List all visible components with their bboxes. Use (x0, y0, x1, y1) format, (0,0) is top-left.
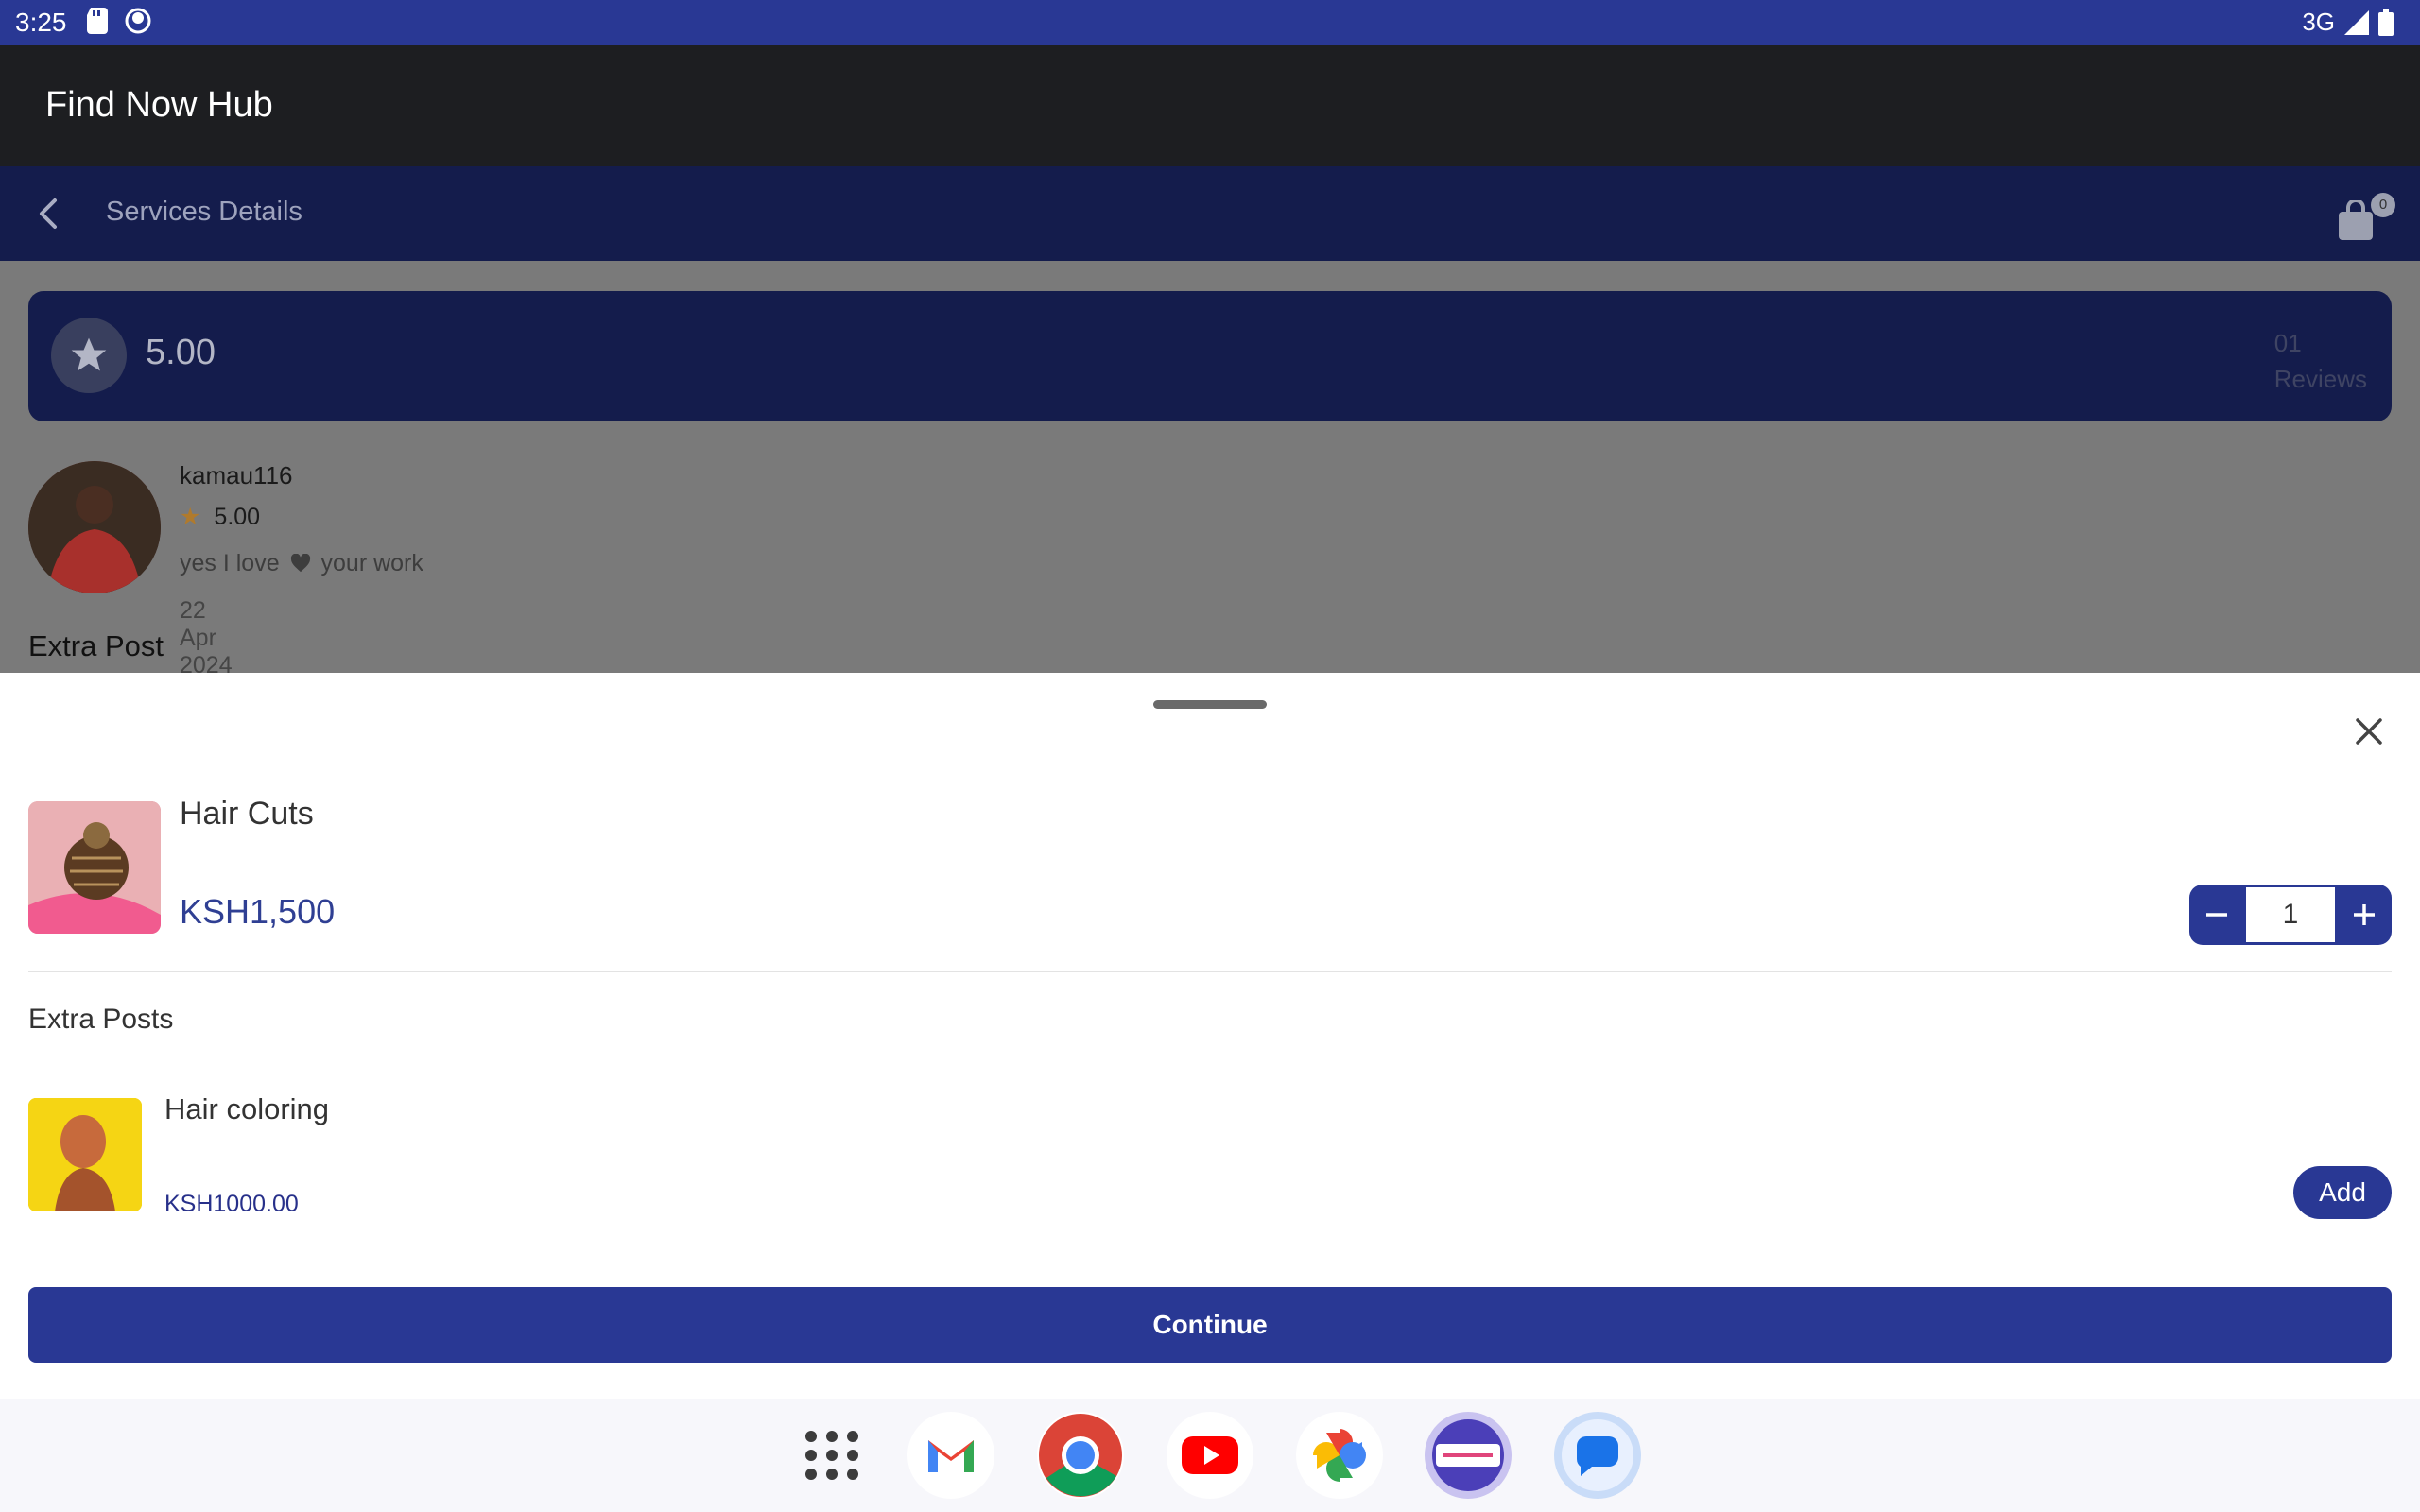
close-icon[interactable] (2350, 713, 2388, 750)
reviewer-avatar (28, 461, 161, 593)
gmail-icon[interactable] (908, 1412, 994, 1499)
service-details-content: 5.00 01 Reviews kamau116 ★ 5.00 yes I lov… (0, 261, 2420, 673)
back-arrow-icon[interactable] (26, 191, 72, 236)
page-title: Services Details (106, 197, 302, 227)
review-count: 01 Reviews (2274, 325, 2367, 397)
quantity-stepper: 1 (2189, 885, 2392, 945)
sheet-drag-handle[interactable] (1153, 700, 1267, 709)
rating-star-icon: ★ (180, 504, 201, 530)
youtube-icon[interactable] (1167, 1412, 1253, 1499)
hair-cut-photo (28, 801, 161, 934)
status-right: 3G (2302, 8, 2394, 37)
battery-icon (2378, 9, 2394, 36)
review-text-start: yes I love (180, 550, 280, 576)
service-price: KSH1,500 (180, 892, 336, 931)
minus-icon (2206, 913, 2227, 917)
sub-header: Services Details 0 (0, 166, 2420, 261)
findnow-app-icon[interactable] (1425, 1412, 1512, 1499)
add-extra-button[interactable]: Add (2293, 1166, 2392, 1219)
hair-coloring-photo (28, 1098, 142, 1211)
extra-post-heading: Extra Post (28, 629, 164, 662)
extra-posts-heading: Extra Posts (28, 1004, 174, 1035)
heart-icon (290, 553, 310, 573)
quantity-value[interactable]: 1 (2246, 887, 2335, 942)
review-text: yes I love your work (180, 550, 424, 577)
reviewer-rating-value: 5.00 (214, 504, 261, 530)
apps-icon[interactable] (788, 1412, 875, 1499)
status-left-icons (87, 8, 151, 34)
status-time: 3:25 (15, 8, 67, 37)
decrease-quantity-button[interactable] (2189, 885, 2244, 945)
overall-rating: 5.00 (146, 333, 216, 372)
photos-icon[interactable] (1296, 1412, 1383, 1499)
cart-count-badge: 0 (2371, 193, 2395, 217)
review-count-label: Reviews (2273, 365, 2367, 393)
status-bar: 3:25 3G (0, 0, 2420, 45)
add-to-cart-sheet: Hair Cuts KSH1,500 1 Extra Posts Hair co… (0, 673, 2420, 1399)
network-type: 3G (2302, 8, 2335, 36)
app-title: Find Now Hub (45, 85, 273, 125)
cart-button[interactable]: 0 (2337, 193, 2395, 242)
extra-post-price: KSH1000.00 (164, 1191, 299, 1217)
service-name: Hair Cuts (180, 796, 314, 832)
signal-icon (2344, 9, 2369, 35)
increase-quantity-button[interactable] (2337, 885, 2392, 945)
rating-summary-card: 5.00 01 Reviews (28, 291, 2392, 421)
shopping-bag-icon (2339, 200, 2373, 240)
review-date: 22 Apr 2024 (180, 597, 233, 673)
review-text-end: your work (320, 550, 424, 576)
rating-star-badge (51, 318, 127, 393)
section-divider (28, 971, 2392, 972)
chrome-icon[interactable] (1037, 1412, 1124, 1499)
plus-icon (2354, 904, 2375, 925)
messages-icon[interactable] (1554, 1412, 1641, 1499)
app-dock (0, 1399, 2420, 1512)
service-image (28, 801, 161, 934)
notification-face-icon (125, 8, 151, 34)
reviewer-rating: ★ 5.00 (180, 503, 260, 531)
avatar-photo (28, 461, 161, 593)
review-count-number: 01 (2273, 329, 2302, 357)
extra-post-name: Hair coloring (164, 1092, 330, 1125)
extra-post-image (28, 1098, 142, 1211)
app-bar: Find Now Hub (0, 45, 2420, 166)
star-icon (71, 337, 107, 371)
sd-card-icon (87, 8, 108, 34)
reviewer-username: kamau116 (180, 461, 293, 490)
continue-button[interactable]: Continue (28, 1287, 2392, 1363)
